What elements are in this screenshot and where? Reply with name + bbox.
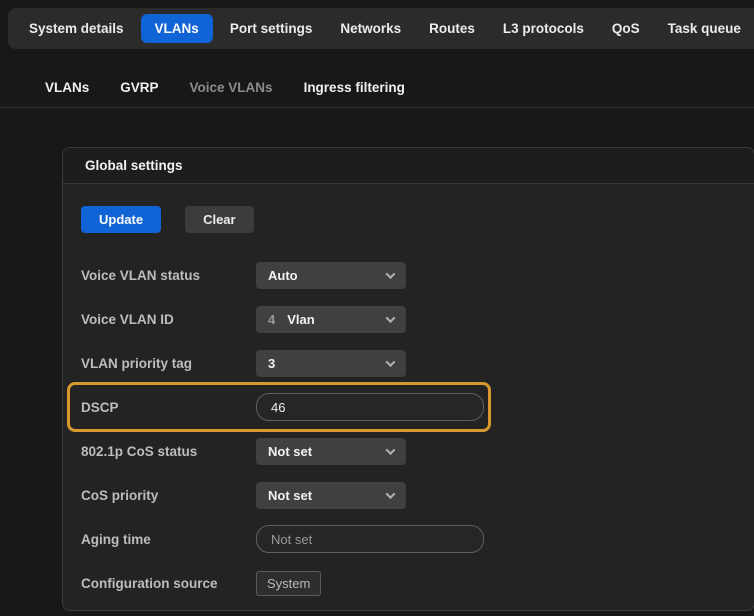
cos-priority-select[interactable]: Not set bbox=[256, 482, 406, 509]
chevron-down-icon bbox=[386, 269, 396, 279]
configuration-source-badge: System bbox=[256, 571, 321, 596]
form-rows: Voice VLAN status Auto Voice VLAN ID 4 V… bbox=[63, 253, 754, 605]
row-dscp: DSCP bbox=[63, 385, 754, 429]
chevron-down-icon bbox=[386, 357, 396, 367]
voice-vlan-id-select[interactable]: 4 Vlan bbox=[256, 306, 406, 333]
voice-vlan-status-select[interactable]: Auto bbox=[256, 262, 406, 289]
tab-routes[interactable]: Routes bbox=[418, 14, 486, 43]
subtab-voice-vlans[interactable]: Voice VLANs bbox=[190, 80, 273, 95]
voice-vlan-id-value: Vlan bbox=[287, 312, 314, 327]
vlan-priority-tag-value: 3 bbox=[268, 356, 275, 371]
voice-vlan-status-label: Voice VLAN status bbox=[81, 268, 256, 283]
tab-l3-protocols[interactable]: L3 protocols bbox=[492, 14, 595, 43]
aging-time-label: Aging time bbox=[81, 532, 256, 547]
tab-networks[interactable]: Networks bbox=[329, 14, 412, 43]
row-aging-time: Aging time bbox=[63, 517, 754, 561]
button-row: Update Clear bbox=[63, 184, 754, 233]
chevron-down-icon bbox=[386, 489, 396, 499]
tab-vlans[interactable]: VLANs bbox=[141, 14, 213, 43]
cos-status-select[interactable]: Not set bbox=[256, 438, 406, 465]
global-settings-card: Global settings Update Clear Voice VLAN … bbox=[62, 147, 754, 611]
dscp-label: DSCP bbox=[81, 400, 256, 415]
voice-vlan-id-number: 4 bbox=[268, 312, 275, 327]
tab-task-queue[interactable]: Task queue bbox=[657, 14, 752, 43]
subtab-ingress-filtering[interactable]: Ingress filtering bbox=[304, 80, 405, 95]
dscp-input[interactable] bbox=[256, 393, 484, 421]
cos-priority-label: CoS priority bbox=[81, 488, 256, 503]
clear-button[interactable]: Clear bbox=[185, 206, 254, 233]
row-cos-priority: CoS priority Not set bbox=[63, 473, 754, 517]
tab-system-details[interactable]: System details bbox=[18, 14, 135, 43]
voice-vlan-id-label: Voice VLAN ID bbox=[81, 312, 256, 327]
chevron-down-icon bbox=[386, 313, 396, 323]
row-voice-vlan-status: Voice VLAN status Auto bbox=[63, 253, 754, 297]
aging-time-input[interactable] bbox=[256, 525, 484, 553]
row-cos-status: 802.1p CoS status Not set bbox=[63, 429, 754, 473]
row-configuration-source: Configuration source System bbox=[63, 561, 754, 605]
row-vlan-priority-tag: VLAN priority tag 3 bbox=[63, 341, 754, 385]
chevron-down-icon bbox=[386, 445, 396, 455]
card-title: Global settings bbox=[63, 148, 754, 184]
sub-navigation: VLANs GVRP Voice VLANs Ingress filtering bbox=[0, 68, 754, 108]
tab-qos[interactable]: QoS bbox=[601, 14, 651, 43]
cos-status-value: Not set bbox=[268, 444, 312, 459]
update-button[interactable]: Update bbox=[81, 206, 161, 233]
subtab-vlans[interactable]: VLANs bbox=[45, 80, 89, 95]
configuration-source-label: Configuration source bbox=[81, 576, 256, 591]
cos-status-label: 802.1p CoS status bbox=[81, 444, 256, 459]
voice-vlan-status-value: Auto bbox=[268, 268, 298, 283]
cos-priority-value: Not set bbox=[268, 488, 312, 503]
vlan-priority-tag-select[interactable]: 3 bbox=[256, 350, 406, 377]
tab-port-settings[interactable]: Port settings bbox=[219, 14, 324, 43]
vlan-priority-tag-label: VLAN priority tag bbox=[81, 356, 256, 371]
top-navigation: System details VLANs Port settings Netwo… bbox=[8, 8, 754, 49]
subtab-gvrp[interactable]: GVRP bbox=[120, 80, 158, 95]
row-voice-vlan-id: Voice VLAN ID 4 Vlan bbox=[63, 297, 754, 341]
